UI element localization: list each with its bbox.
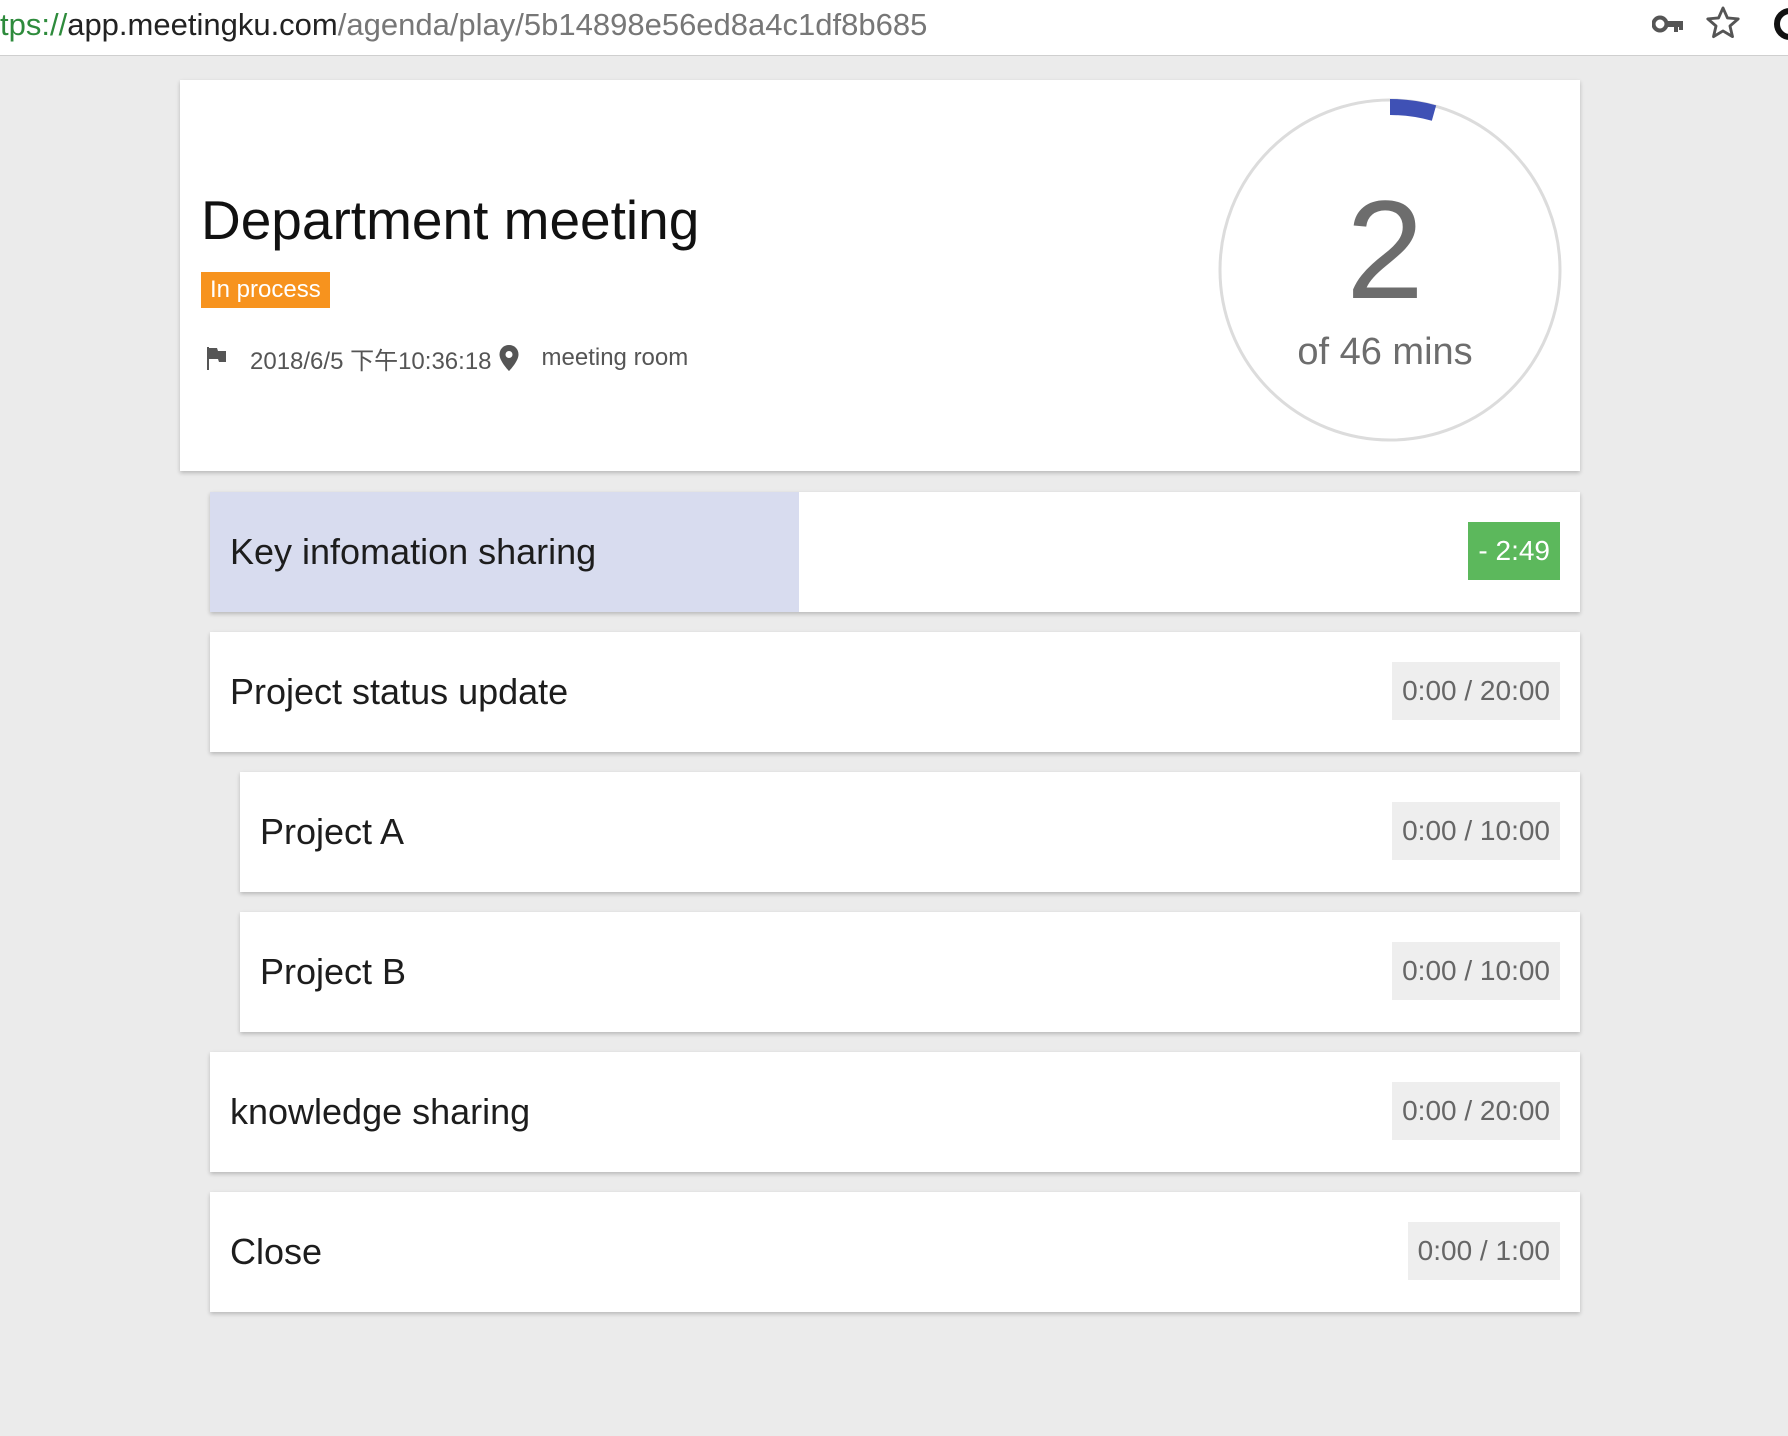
key-icon[interactable] <box>1652 10 1684 38</box>
url-host: app.meetingku.com <box>67 7 338 42</box>
agenda-item-project-status-update[interactable]: Project status update 0:00 / 20:00 <box>210 632 1580 752</box>
agenda-item-time: 0:00 / 20:00 <box>1392 1082 1560 1140</box>
agenda-item-project-a[interactable]: Project A 0:00 / 10:00 <box>240 772 1580 892</box>
agenda-item-time: 0:00 / 10:00 <box>1392 942 1560 1000</box>
star-icon[interactable] <box>1704 4 1742 42</box>
agenda-item-key-information-sharing[interactable]: Key infomation sharing - 2:49 <box>210 492 1580 612</box>
url-path: /agenda/play/5b14898e56ed8a4c1df8b685 <box>337 7 928 42</box>
meeting-location: meeting room <box>541 344 689 371</box>
url-text[interactable]: tps://app.meetingku.com/agenda/play/5b14… <box>0 4 927 46</box>
agenda-item-time: 0:00 / 1:00 <box>1407 1222 1560 1280</box>
agenda-item-knowledge-sharing[interactable]: knowledge sharing 0:00 / 20:00 <box>210 1052 1580 1172</box>
timer-progress-arc <box>1389 99 1437 121</box>
location-pin-icon <box>499 345 519 371</box>
meeting-meta: 2018/6/5 下午10:36:18 meeting room <box>201 342 689 375</box>
agenda-item-time: 0:00 / 20:00 <box>1392 662 1560 720</box>
agenda-item-time: - 2:49 <box>1468 522 1560 580</box>
agenda-item-title: Project A <box>260 811 405 852</box>
agenda-item-close[interactable]: Close 0:00 / 1:00 <box>210 1192 1580 1312</box>
browser-url-bar[interactable]: tps://app.meetingku.com/agenda/play/5b14… <box>0 0 1788 56</box>
browser-extension-icon[interactable] <box>1772 6 1788 42</box>
agenda-item-title: Key infomation sharing <box>230 531 597 572</box>
agenda-item-time: 0:00 / 10:00 <box>1392 802 1560 860</box>
agenda-item-title: Close <box>230 1231 323 1272</box>
meeting-header-card: Department meeting In process 2018/6/5 下… <box>180 80 1580 471</box>
timer-elapsed: 2 <box>1346 171 1424 328</box>
meeting-title: Department meeting <box>201 189 700 251</box>
agenda-item-title: Project B <box>260 951 407 992</box>
flag-icon <box>207 347 226 370</box>
agenda-item-title: Project status update <box>230 671 569 712</box>
agenda-item-project-b[interactable]: Project B 0:00 / 10:00 <box>240 912 1580 1032</box>
meeting-datetime: 2018/6/5 下午10:36:18 <box>250 347 492 375</box>
url-scheme: tps:// <box>0 7 68 42</box>
timer-total: of 46 mins <box>1297 331 1473 373</box>
agenda-item-title: knowledge sharing <box>230 1091 531 1132</box>
status-badge: In process <box>201 272 330 308</box>
